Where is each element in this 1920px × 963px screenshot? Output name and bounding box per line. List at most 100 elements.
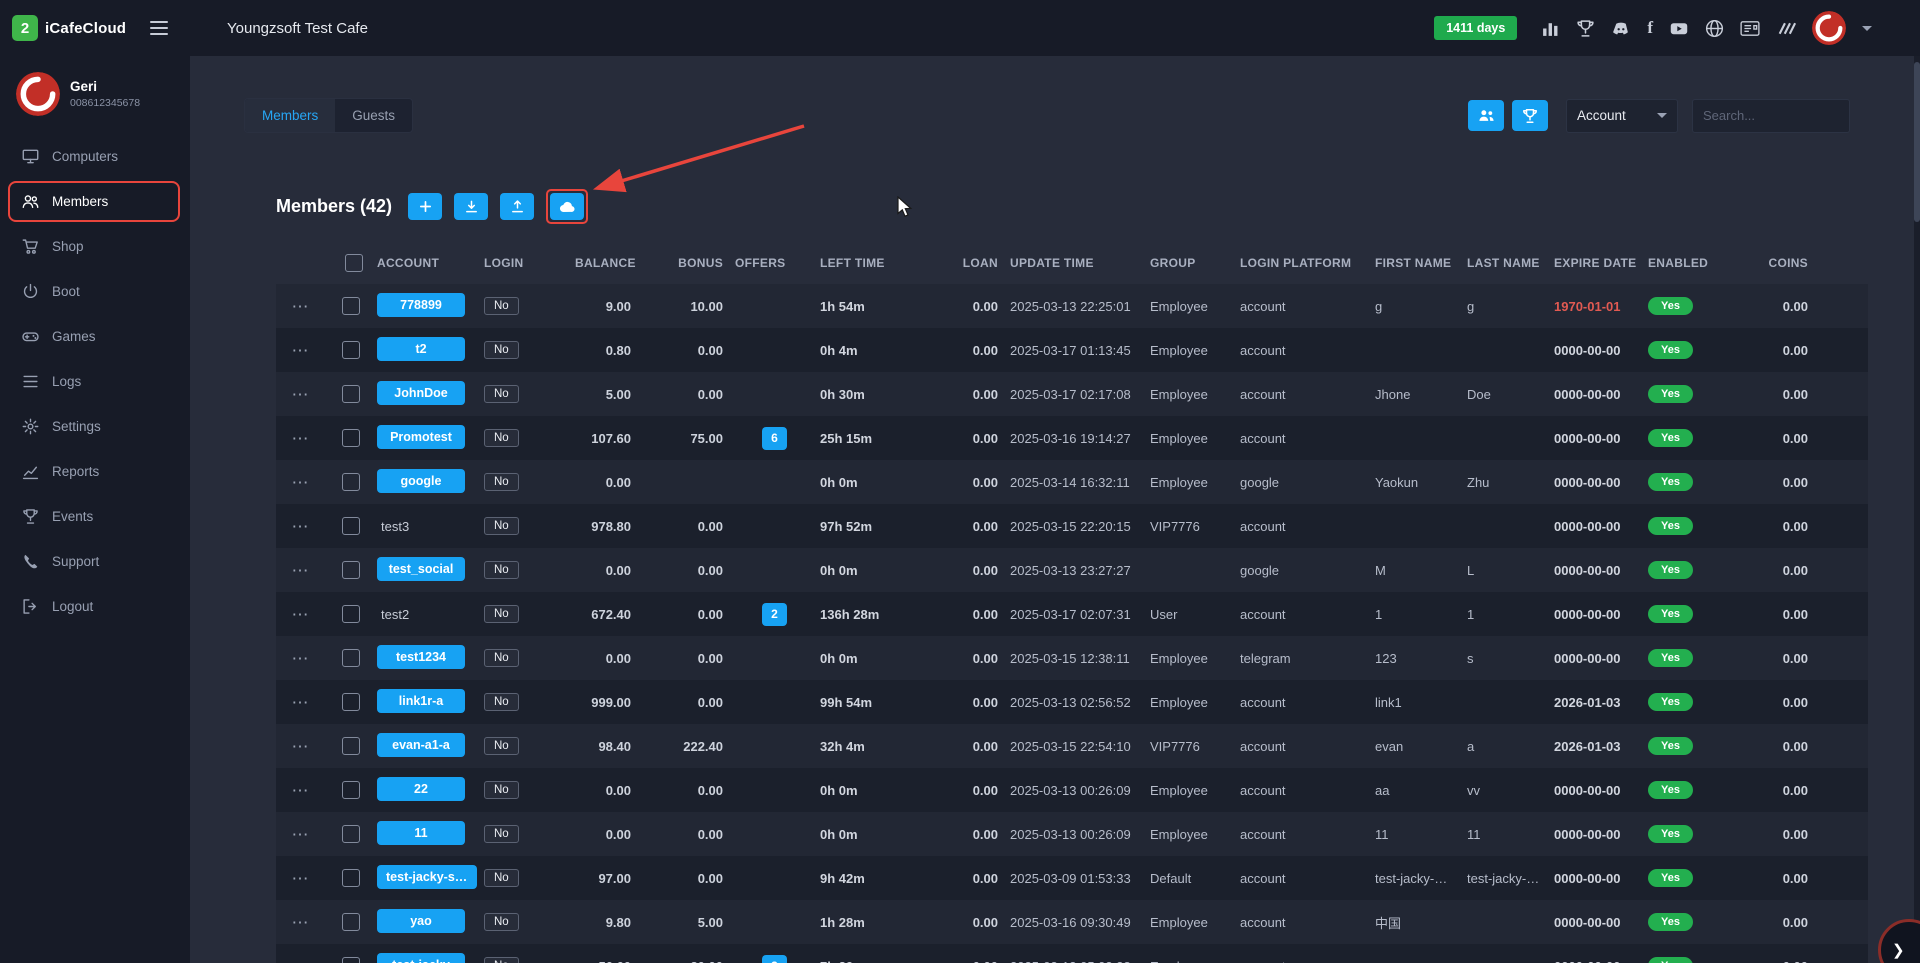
member-account-button[interactable]: Promotest — [377, 425, 465, 449]
tab-members[interactable]: Members — [245, 99, 335, 132]
row-checkbox[interactable] — [342, 825, 360, 843]
sidebar-item-shop[interactable]: Shop — [0, 224, 190, 269]
member-account-button[interactable]: test-jacky-sub — [377, 865, 477, 889]
row-checkbox[interactable] — [342, 781, 360, 799]
row-checkbox[interactable] — [342, 429, 360, 447]
row-checkbox[interactable] — [342, 605, 360, 623]
scrollbar-thumb[interactable] — [1914, 62, 1920, 222]
select-all-checkbox[interactable] — [345, 254, 363, 272]
member-account-button[interactable]: test-jacky — [377, 953, 465, 963]
sidebar-item-computers[interactable]: Computers — [0, 134, 190, 179]
search-input[interactable] — [1692, 99, 1850, 133]
column-header-login-platform: LOGIN PLATFORM — [1240, 256, 1375, 270]
row-cell-group: Employee — [1150, 431, 1240, 446]
discord-icon[interactable] — [1611, 19, 1631, 38]
row-cell-login-platform: account — [1240, 739, 1375, 754]
row-checkbox[interactable] — [342, 913, 360, 931]
row-cell-bonus: 0.00 — [643, 783, 735, 798]
member-account-button[interactable]: test_social — [377, 557, 465, 581]
row-cell-bonus: 0.00 — [643, 695, 735, 710]
facebook-icon[interactable]: f — [1647, 18, 1653, 38]
cloud-members-button[interactable] — [550, 193, 584, 220]
row-menu-icon[interactable]: ⋯ — [292, 298, 310, 315]
row-menu-icon[interactable]: ⋯ — [292, 914, 310, 931]
member-account-button[interactable]: yao — [377, 909, 465, 933]
row-menu-icon[interactable]: ⋯ — [292, 694, 310, 711]
row-menu-icon[interactable]: ⋯ — [292, 386, 310, 403]
column-header-offers: OFFERS — [735, 256, 820, 270]
row-checkbox[interactable] — [342, 693, 360, 711]
row-checkbox[interactable] — [342, 957, 360, 963]
add-member-button[interactable] — [408, 193, 442, 220]
row-checkbox[interactable] — [342, 561, 360, 579]
sidebar-item-support[interactable]: Support — [0, 539, 190, 584]
globe-icon[interactable] — [1705, 19, 1724, 38]
row-menu-icon[interactable]: ⋯ — [292, 958, 310, 963]
row-cell-coins: 0.00 — [1740, 871, 1820, 886]
member-row: ⋯test3No978.800.0097h 52m0.002025-03-15 … — [276, 504, 1868, 548]
sidebar-item-events[interactable]: Events — [0, 494, 190, 539]
member-account-button[interactable]: evan-a1-a — [377, 733, 465, 757]
offers-badge[interactable]: 6 — [762, 427, 787, 450]
subscription-days-badge[interactable]: 1411 days — [1434, 16, 1517, 40]
row-menu-icon[interactable]: ⋯ — [292, 518, 310, 535]
row-checkbox[interactable] — [342, 649, 360, 667]
row-checkbox[interactable] — [342, 297, 360, 315]
sidebar-item-games[interactable]: Games — [0, 314, 190, 359]
user-avatar[interactable] — [1812, 11, 1846, 45]
member-account-button[interactable]: 778899 — [377, 293, 465, 317]
stats-icon[interactable] — [1541, 19, 1560, 38]
row-checkbox[interactable] — [342, 737, 360, 755]
row-menu-icon[interactable]: ⋯ — [292, 826, 310, 843]
row-menu-icon[interactable]: ⋯ — [292, 650, 310, 667]
row-checkbox[interactable] — [342, 385, 360, 403]
events-view-button[interactable] — [1512, 100, 1548, 131]
member-account-button[interactable]: JohnDoe — [377, 381, 465, 405]
row-menu-icon[interactable]: ⋯ — [292, 870, 310, 887]
sidebar-item-settings[interactable]: Settings — [0, 404, 190, 449]
page-scrollbar[interactable] — [1914, 56, 1920, 963]
row-menu-icon[interactable]: ⋯ — [292, 782, 310, 799]
row-cell-bonus: 0.00 — [643, 387, 735, 402]
search-field-select[interactable]: Account — [1566, 99, 1678, 133]
sidebar-item-reports[interactable]: Reports — [0, 449, 190, 494]
member-account-button[interactable]: 11 — [377, 821, 465, 845]
row-checkbox[interactable] — [342, 517, 360, 535]
layers-icon[interactable] — [1776, 19, 1796, 38]
member-account-button[interactable]: 22 — [377, 777, 465, 801]
row-menu-icon[interactable]: ⋯ — [292, 474, 310, 491]
offers-badge[interactable]: 3 — [762, 955, 787, 963]
import-members-button[interactable] — [454, 193, 488, 220]
chevron-down-icon[interactable] — [1862, 26, 1872, 31]
tab-guests[interactable]: Guests — [335, 99, 412, 132]
login-status-badge: No — [484, 869, 519, 887]
offers-badge[interactable]: 2 — [762, 603, 787, 626]
sidebar-item-logs[interactable]: Logs — [0, 359, 190, 404]
sidebar-user-avatar[interactable] — [16, 72, 60, 116]
row-menu-icon[interactable]: ⋯ — [292, 738, 310, 755]
row-menu-icon[interactable]: ⋯ — [292, 342, 310, 359]
member-account-button[interactable]: test1234 — [377, 645, 465, 669]
sidebar-item-logout[interactable]: Logout — [0, 584, 190, 629]
row-checkbox[interactable] — [342, 869, 360, 887]
row-cell-balance: 5.00 — [575, 387, 643, 402]
trophy-icon[interactable] — [1576, 19, 1595, 38]
row-menu-icon[interactable]: ⋯ — [292, 562, 310, 579]
brand-logo[interactable]: 2 iCafeCloud — [12, 15, 126, 41]
row-cell-login: No — [484, 385, 575, 403]
member-account-button[interactable]: google — [377, 469, 465, 493]
sidebar-item-boot[interactable]: Boot — [0, 269, 190, 314]
row-menu-icon[interactable]: ⋯ — [292, 606, 310, 623]
row-menu-icon[interactable]: ⋯ — [292, 430, 310, 447]
sidebar-toggle-button[interactable] — [146, 17, 172, 39]
members-view-button[interactable] — [1468, 100, 1504, 131]
member-account-button[interactable]: link1r-a — [377, 689, 465, 713]
news-icon[interactable] — [1740, 19, 1760, 38]
row-checkbox[interactable] — [342, 341, 360, 359]
member-account-button[interactable]: t2 — [377, 337, 465, 361]
sidebar-item-members[interactable]: Members — [0, 179, 190, 224]
login-status-badge: No — [484, 913, 519, 931]
row-checkbox[interactable] — [342, 473, 360, 491]
youtube-icon[interactable] — [1669, 19, 1689, 38]
export-members-button[interactable] — [500, 193, 534, 220]
